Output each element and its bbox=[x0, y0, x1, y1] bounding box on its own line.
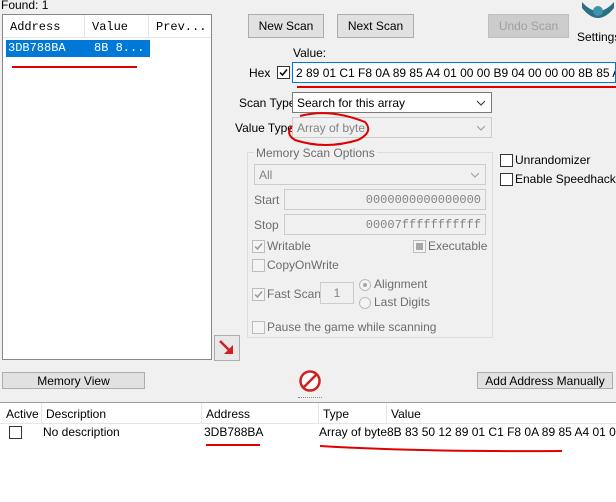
scan-type-label: Scan Type bbox=[239, 96, 296, 110]
row-type: Array of byte bbox=[319, 425, 388, 439]
last-digits-radio[interactable] bbox=[359, 297, 371, 309]
unrandomizer-checkbox[interactable] bbox=[500, 154, 513, 167]
add-address-manually-button[interactable]: Add Address Manually bbox=[477, 372, 613, 389]
address-table-header: Active Description Address Type Value bbox=[0, 403, 616, 424]
fast-scan-checkbox[interactable] bbox=[252, 288, 265, 301]
annotation-underline-table bbox=[206, 444, 563, 453]
result-address: 3DB788BA bbox=[8, 41, 66, 55]
enable-speedhack-checkbox[interactable] bbox=[500, 173, 513, 186]
copy-on-write-label: CopyOnWrite bbox=[267, 258, 339, 272]
results-col-address[interactable]: Address bbox=[10, 20, 60, 34]
pause-game-checkbox[interactable] bbox=[252, 321, 265, 334]
enable-speedhack-label: Enable Speedhack bbox=[515, 172, 616, 186]
hex-checkbox[interactable] bbox=[277, 66, 290, 79]
undo-scan-button[interactable]: Undo Scan bbox=[488, 14, 569, 38]
found-count-label: Found: 1 bbox=[1, 0, 49, 12]
hex-label: Hex bbox=[249, 66, 271, 80]
col-value[interactable]: Value bbox=[391, 407, 421, 421]
memory-view-button[interactable]: Memory View bbox=[2, 372, 145, 389]
chevron-down-icon bbox=[477, 100, 485, 106]
stop-label: Stop bbox=[254, 218, 279, 232]
results-header: Address Value Prev... bbox=[3, 15, 211, 38]
memory-region-select[interactable]: All bbox=[254, 164, 486, 185]
memory-scan-options-title: Memory Scan Options bbox=[254, 146, 377, 160]
results-col-value[interactable]: Value bbox=[92, 20, 128, 34]
col-type[interactable]: Type bbox=[323, 407, 349, 421]
stop-scan-icon[interactable] bbox=[298, 369, 322, 393]
active-checkbox[interactable] bbox=[9, 426, 22, 439]
start-address-input[interactable]: 0000000000000000 bbox=[284, 189, 486, 210]
next-scan-button[interactable]: Next Scan bbox=[337, 14, 414, 38]
start-address-value: 0000000000000000 bbox=[365, 192, 481, 207]
row-address: 3DB788BA bbox=[204, 425, 264, 439]
executable-checkbox[interactable] bbox=[413, 240, 426, 253]
annotation-underline-result bbox=[12, 66, 137, 68]
fast-scan-label: Fast Scan bbox=[267, 287, 322, 301]
annotation-circle-value-type bbox=[288, 112, 370, 146]
splitter-handle[interactable] bbox=[298, 397, 322, 401]
row-value: 8B 83 50 12 89 01 C1 F8 0A 89 85 A4 01 0… bbox=[387, 425, 616, 439]
value-label: Value: bbox=[293, 46, 327, 60]
cheat-engine-logo[interactable] bbox=[580, 0, 616, 30]
chevron-down-icon bbox=[471, 172, 479, 178]
stop-address-input[interactable]: 00007fffffffffff bbox=[284, 214, 486, 235]
result-value: 8B 8... bbox=[94, 41, 145, 55]
executable-label: Executable bbox=[428, 239, 488, 253]
annotation-underline-value bbox=[297, 86, 616, 88]
result-row[interactable]: 3DB788BA 8B 8... bbox=[6, 40, 150, 57]
col-active[interactable]: Active bbox=[6, 407, 39, 421]
add-to-list-arrow-button[interactable] bbox=[214, 335, 240, 361]
value-input[interactable]: 2 89 01 C1 F8 0A 89 85 A4 01 00 00 B9 04… bbox=[292, 62, 616, 83]
settings-label[interactable]: Settings bbox=[577, 30, 616, 44]
alignment-radio[interactable] bbox=[359, 279, 371, 291]
unrandomizer-label: Unrandomizer bbox=[515, 153, 591, 167]
results-col-previous[interactable]: Prev... bbox=[156, 20, 206, 34]
memory-region-value: All bbox=[259, 167, 273, 182]
writable-checkbox[interactable] bbox=[252, 240, 265, 253]
copy-on-write-checkbox[interactable] bbox=[252, 259, 265, 272]
arrow-down-right-icon bbox=[219, 340, 233, 354]
chevron-down-icon bbox=[477, 125, 485, 131]
scan-type-value: Search for this array bbox=[297, 95, 406, 110]
col-address[interactable]: Address bbox=[206, 407, 250, 421]
new-scan-button[interactable]: New Scan bbox=[248, 14, 324, 38]
stop-address-value: 00007fffffffffff bbox=[365, 217, 481, 232]
col-description[interactable]: Description bbox=[46, 407, 106, 421]
start-label: Start bbox=[254, 193, 280, 207]
fast-scan-value: 1 bbox=[333, 286, 341, 300]
fast-scan-input[interactable]: 1 bbox=[320, 282, 354, 304]
pause-game-label: Pause the game while scanning bbox=[267, 320, 437, 334]
row-description: No description bbox=[43, 425, 120, 439]
last-digits-label: Last Digits bbox=[374, 295, 431, 309]
writable-label: Writable bbox=[267, 239, 311, 253]
alignment-label: Alignment bbox=[374, 277, 428, 291]
